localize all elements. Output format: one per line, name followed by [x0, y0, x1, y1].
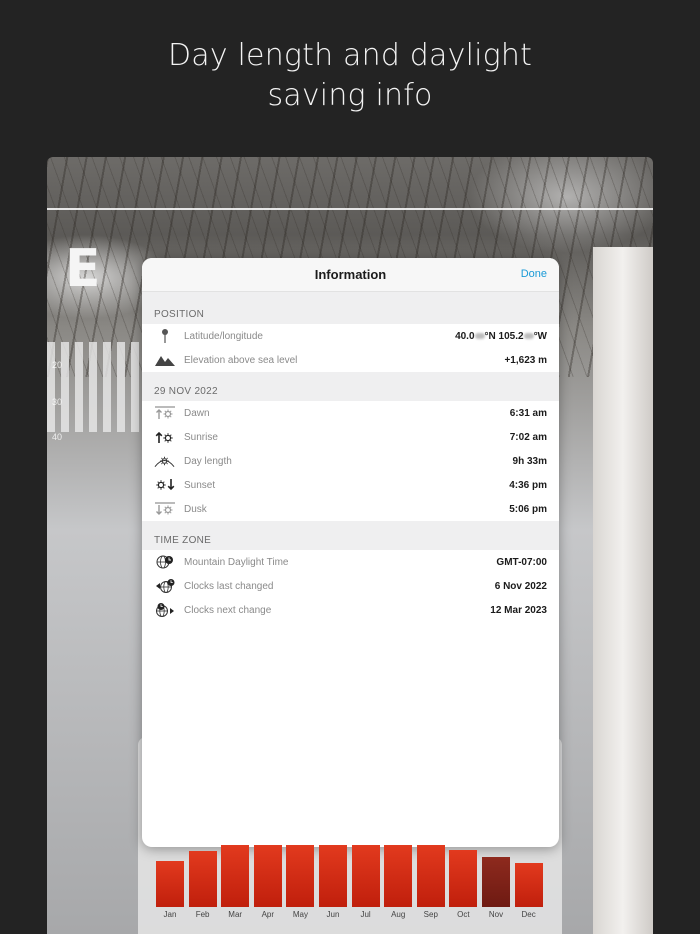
timezone-globe-icon [154, 554, 175, 570]
month-label-aug: Aug [391, 910, 406, 919]
dusk-icon [154, 501, 175, 517]
clocks-next-change-icon [154, 602, 175, 618]
dawn-icon [154, 405, 175, 421]
month-label-apr: Apr [261, 910, 275, 919]
headline-line-1: Day length and daylight [167, 38, 533, 73]
month-label-jun: Jun [326, 910, 340, 919]
info-row-sunrise: Sunrise 7:02 am [142, 425, 559, 449]
elevation-scale-label: 20 [52, 360, 63, 370]
information-modal: Information Done POSITION Latitude/longi… [142, 258, 559, 847]
elevation-scale-label: 40 [52, 432, 63, 442]
month-label-feb: Feb [195, 910, 210, 919]
bar-nov[interactable] [482, 857, 510, 907]
info-row-label: Clocks last changed [184, 580, 274, 592]
info-row-dusk: Dusk 5:06 pm [142, 497, 559, 521]
info-row-value: 7:02 am [509, 431, 547, 443]
info-row-label: Dusk [184, 503, 207, 515]
info-row-clocks-next-change: Clocks next change 12 Mar 2023 [142, 598, 559, 622]
month-label-may: May [292, 910, 308, 919]
bar-may[interactable] [286, 845, 315, 907]
bar-feb[interactable] [188, 851, 217, 907]
section-label-date: 29 NOV 2022 [142, 372, 559, 401]
modal-title: Information [314, 267, 387, 282]
info-row-day-length: Day length 9h 33m [142, 449, 559, 473]
headline-line-2: saving info [267, 78, 433, 113]
background-fence [47, 342, 157, 432]
info-row-label: Mountain Daylight Time [184, 556, 289, 568]
info-row-label: Sunrise [184, 431, 218, 443]
background-porch-column [593, 247, 653, 934]
info-row-value: 6:31 am [509, 407, 547, 419]
clocks-last-changed-icon [154, 578, 175, 594]
day-length-bar-chart [156, 845, 546, 907]
day-length-icon [154, 453, 175, 469]
bar-oct[interactable] [449, 849, 478, 907]
bar-mar[interactable] [221, 845, 250, 907]
compass-direction-label: E [65, 239, 101, 299]
bar-jan[interactable] [156, 861, 184, 907]
modal-empty-area [142, 622, 559, 822]
sunset-icon [154, 477, 175, 493]
info-row-label: Dawn [184, 407, 210, 419]
bar-sep[interactable] [416, 845, 445, 907]
done-button[interactable]: Done [521, 268, 547, 280]
info-row-value: GMT-07:00 [496, 556, 547, 568]
info-row-time-zone: Mountain Daylight Time GMT-07:00 [142, 550, 559, 574]
info-row-lat-long: Latitude/longitude 40.0 °N 105.2 °W [142, 324, 559, 348]
info-row-label: Sunset [184, 479, 216, 491]
section-label-position: POSITION [142, 292, 559, 324]
section-label-time-zone: TIME ZONE [142, 521, 559, 550]
month-label-mar: Mar [228, 910, 243, 919]
headline: Day length and daylight saving info [0, 36, 700, 116]
horizon-line [47, 208, 653, 210]
info-row-label: Clocks next change [184, 604, 272, 616]
info-row-sunset: Sunset 4:36 pm [142, 473, 559, 497]
month-label-jul: Jul [360, 910, 371, 919]
bar-dec[interactable] [514, 862, 543, 907]
info-row-value: 9h 33m [512, 455, 547, 467]
month-label-dec: Dec [521, 910, 536, 919]
bar-apr[interactable] [253, 845, 282, 907]
sunrise-icon [154, 429, 175, 445]
bar-aug[interactable] [384, 845, 413, 907]
month-label-oct: Oct [457, 910, 470, 919]
info-row-label: Elevation above sea level [184, 354, 298, 366]
month-label-jan: Jan [163, 910, 177, 919]
elevation-scale-label: 30 [52, 397, 63, 407]
info-row-value: +1,623 m [504, 354, 547, 366]
bar-jun[interactable] [319, 845, 347, 907]
info-row-value: 40.0 °N 105.2 °W [455, 330, 547, 342]
pin-icon [154, 328, 175, 344]
mountain-icon [154, 352, 175, 368]
info-row-dawn: Dawn 6:31 am [142, 401, 559, 425]
bar-jul[interactable] [351, 845, 380, 907]
info-row-value: 12 Mar 2023 [490, 604, 547, 616]
info-row-value: 6 Nov 2022 [494, 580, 547, 592]
info-row-label: Day length [184, 455, 232, 467]
month-label-sep: Sep [423, 910, 438, 919]
info-row-label: Latitude/longitude [184, 330, 263, 342]
modal-header: Information Done [142, 258, 559, 292]
month-label-nov: Nov [488, 910, 504, 919]
info-row-value: 5:06 pm [509, 503, 547, 515]
info-row-elevation: Elevation above sea level +1,623 m [142, 348, 559, 372]
info-row-clocks-last-changed: Clocks last changed 6 Nov 2022 [142, 574, 559, 598]
info-row-value: 4:36 pm [509, 479, 547, 491]
